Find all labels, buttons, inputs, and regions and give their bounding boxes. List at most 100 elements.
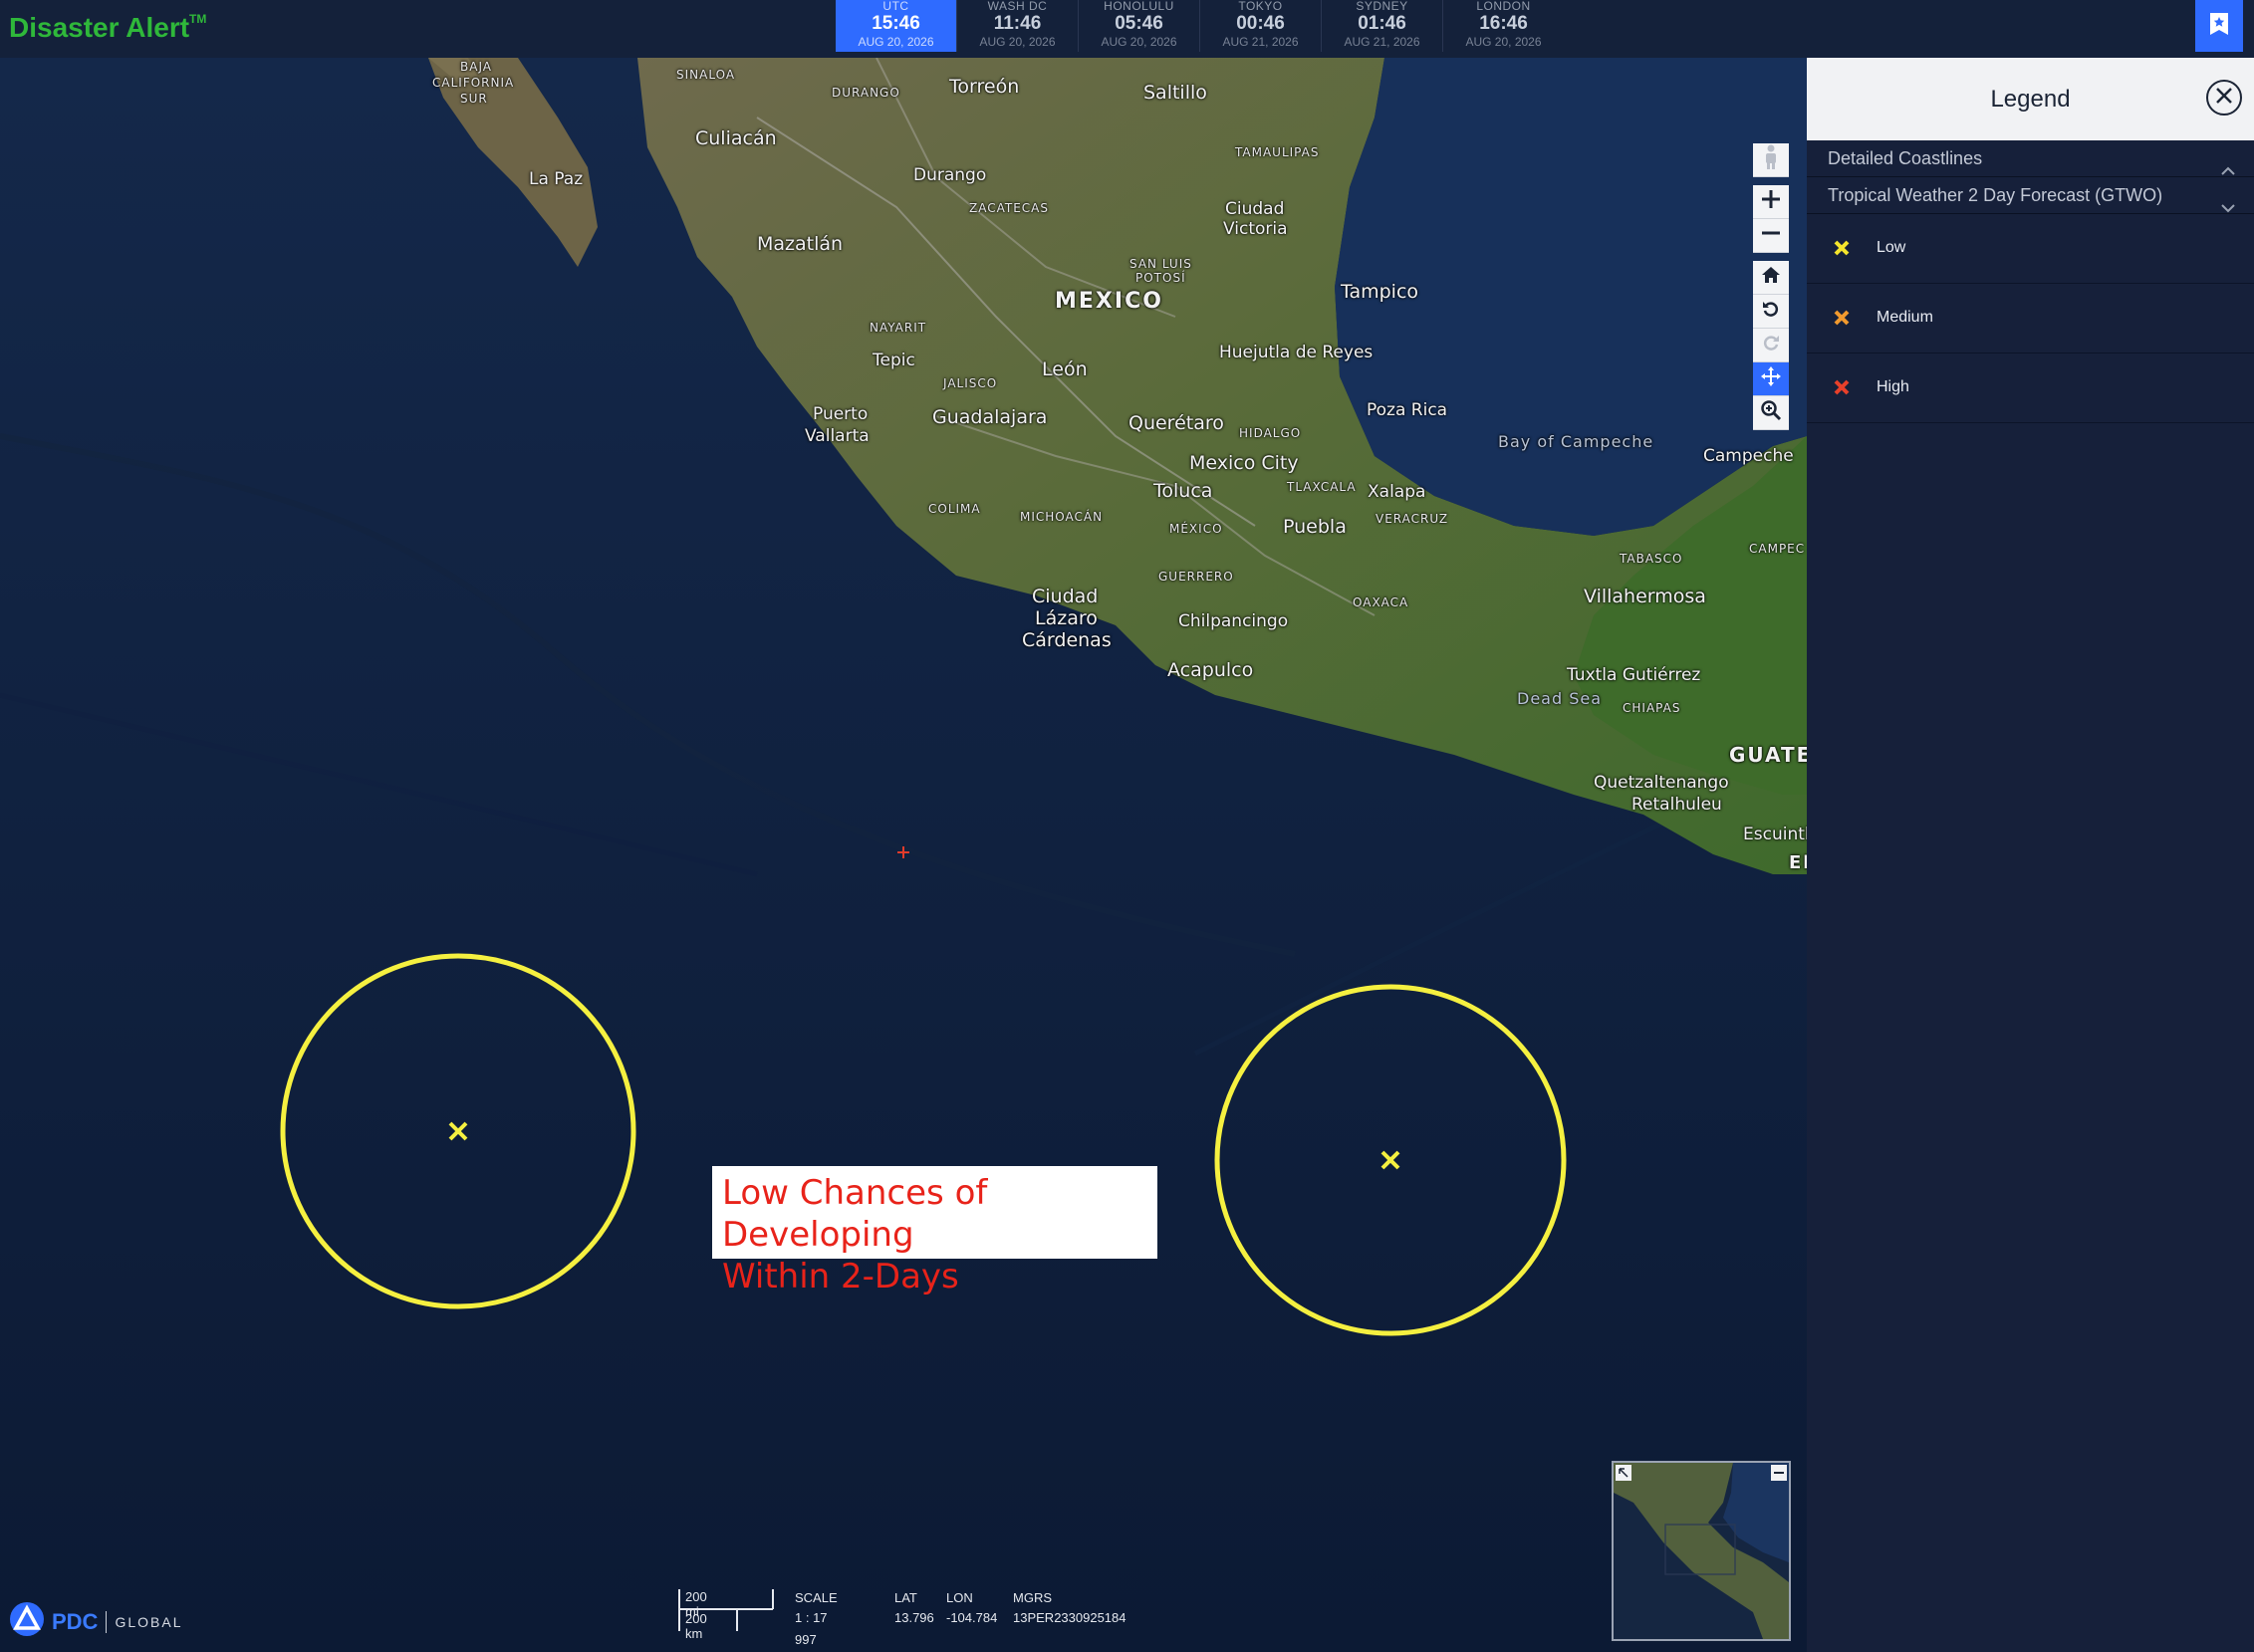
- overview-map[interactable]: [1612, 1461, 1791, 1641]
- high-x-icon: [1833, 378, 1851, 401]
- label-california: CALIFORNIA: [432, 76, 515, 90]
- label-lazaro-1: Ciudad: [1032, 586, 1099, 607]
- medium-x-icon: [1833, 309, 1851, 332]
- label-chilpancingo: Chilpancingo: [1178, 611, 1289, 631]
- legend-item-low: Low: [1807, 214, 2254, 284]
- street-view-icon: [1762, 144, 1780, 175]
- pdc-global-logo[interactable]: PDC GLOBAL: [8, 1601, 182, 1642]
- label-escuintla: Escuintl: [1743, 825, 1807, 844]
- legend-panel: Legend Detailed Coastlines Tropical Weat…: [1807, 58, 2254, 1652]
- scale-readout: SCALE 1 : 17 997 750: [795, 1590, 838, 1647]
- label-xalapa: Xalapa: [1368, 482, 1426, 502]
- label-quetzaltenango: Quetzaltenango: [1594, 773, 1729, 793]
- label-tampico: Tampico: [1341, 281, 1419, 303]
- home-icon: [1761, 265, 1781, 290]
- legend-item-high: High: [1807, 354, 2254, 423]
- zoom-out-icon: [1760, 222, 1782, 249]
- label-colima: COLIMA: [928, 502, 981, 516]
- map-toolbar: [1753, 143, 1789, 430]
- zoom-out-button[interactable]: [1753, 219, 1789, 253]
- label-ciudad-victoria-1: Ciudad: [1225, 199, 1285, 219]
- label-mexico-city: Mexico City: [1189, 452, 1299, 474]
- zoom-in-button[interactable]: [1753, 185, 1789, 219]
- label-durango-state: DURANGO: [832, 86, 900, 100]
- zoom-box-button[interactable]: [1753, 396, 1789, 430]
- label-puebla: Puebla: [1283, 516, 1347, 538]
- label-nayarit: NAYARIT: [870, 321, 927, 335]
- label-michoacan: MICHOACÁN: [1020, 510, 1104, 524]
- lon-readout: LON -104.784: [946, 1590, 998, 1625]
- label-culiacan: Culiacán: [695, 127, 777, 149]
- label-zacatecas: ZACATECAS: [969, 201, 1049, 215]
- label-dead-sea: Dead Sea: [1517, 689, 1603, 708]
- label-san-luis-1: SAN LUIS: [1129, 257, 1192, 271]
- label-durango: Durango: [913, 165, 987, 185]
- clock-honolulu[interactable]: HONOLULU 05:46 AUG 20, 2026: [1079, 0, 1199, 52]
- label-hidalgo: HIDALGO: [1239, 426, 1302, 440]
- redo-view-button[interactable]: [1753, 329, 1789, 362]
- label-huejutla: Huejutla de Reyes: [1219, 343, 1374, 362]
- legend-item-medium: Medium: [1807, 284, 2254, 354]
- label-retalhuleu: Retalhuleu: [1631, 795, 1722, 815]
- app-root: Disaster AlertTM UTC 15:46 AUG 20, 2026 …: [0, 0, 2254, 1652]
- lat-readout: LAT 13.796: [894, 1590, 934, 1625]
- undo-view-button[interactable]: [1753, 295, 1789, 329]
- label-jalisco: JALISCO: [943, 376, 998, 390]
- label-oaxaca: OAXACA: [1353, 595, 1409, 609]
- label-sinaloa: SINALOA: [676, 68, 736, 82]
- expand-overview-icon[interactable]: [1616, 1465, 1631, 1486]
- home-button[interactable]: [1753, 261, 1789, 295]
- forecast-annotation: Low Chances of Developing Within 2-Days: [712, 1166, 1157, 1297]
- label-guerrero: GUERRERO: [1158, 570, 1234, 584]
- collapse-overview-icon[interactable]: [1771, 1465, 1787, 1486]
- label-tepic: Tepic: [873, 351, 915, 370]
- map-canvas[interactable]: BAJA CALIFORNIA SUR La Paz SINALOA Culia…: [0, 58, 1807, 1652]
- clock-sydney[interactable]: SYDNEY 01:46 AUG 21, 2026: [1322, 0, 1442, 52]
- legend-section-coastlines[interactable]: Detailed Coastlines: [1807, 140, 2254, 177]
- clock-london[interactable]: LONDON 16:46 AUG 20, 2026: [1443, 0, 1564, 52]
- label-baja: BAJA: [460, 60, 492, 74]
- label-lazaro-3: Cárdenas: [1022, 629, 1112, 651]
- label-guate: GUATE: [1729, 743, 1807, 767]
- clock-wash-dc[interactable]: WASH DC 11:46 AUG 20, 2026: [957, 0, 1078, 52]
- undo-icon: [1761, 299, 1781, 324]
- label-poza-rica: Poza Rica: [1367, 400, 1448, 420]
- label-acapulco: Acapulco: [1167, 659, 1254, 681]
- label-campeche-state: CAMPEC: [1749, 542, 1806, 556]
- close-icon: [2215, 87, 2233, 110]
- label-mexico-state: MÉXICO: [1169, 522, 1223, 536]
- label-queretaro: Querétaro: [1128, 412, 1224, 434]
- mgrs-readout: MGRS 13PER2330925184: [1013, 1590, 1127, 1625]
- label-mazatlan: Mazatlán: [757, 233, 844, 255]
- label-torreon: Torreón: [949, 76, 1020, 98]
- annotation-line-1: Low Chances of Developing: [722, 1173, 988, 1255]
- legend-section-gtwo[interactable]: Tropical Weather 2 Day Forecast (GTWO): [1807, 177, 2254, 214]
- label-bay-of-campeche: Bay of Campeche: [1498, 432, 1654, 451]
- label-puerto-1: Puerto: [813, 404, 869, 424]
- clock-utc[interactable]: UTC 15:46 AUG 20, 2026: [836, 0, 956, 52]
- map-basemap: [0, 58, 1807, 1652]
- legend-close-button[interactable]: [2206, 80, 2242, 116]
- app-title[interactable]: Disaster AlertTM: [9, 12, 206, 44]
- label-saltillo: Saltillo: [1143, 82, 1207, 104]
- label-leon: León: [1042, 358, 1088, 380]
- pan-button[interactable]: [1753, 362, 1789, 396]
- label-villahermosa: Villahermosa: [1584, 586, 1706, 607]
- street-view-button[interactable]: [1753, 143, 1789, 177]
- layers-menu-button[interactable]: [2195, 0, 2243, 52]
- low-x-icon: [1833, 239, 1851, 262]
- zoom-in-icon: [1760, 188, 1782, 215]
- pan-icon: [1760, 365, 1782, 392]
- clock-tokyo[interactable]: TOKYO 00:46 AUG 21, 2026: [1200, 0, 1321, 52]
- redo-icon: [1761, 333, 1781, 357]
- label-tabasco: TABASCO: [1620, 552, 1683, 566]
- pdc-logo-icon: [8, 1601, 46, 1642]
- label-tuxtla: Tuxtla Gutiérrez: [1567, 665, 1701, 685]
- label-tlaxcala: TLAXCALA: [1287, 480, 1357, 494]
- scale-bar-km: 200 km: [685, 1611, 707, 1641]
- world-clocks: UTC 15:46 AUG 20, 2026 WASH DC 11:46 AUG…: [836, 0, 1564, 52]
- label-chiapas: CHIAPAS: [1623, 701, 1681, 715]
- label-toluca: Toluca: [1153, 480, 1213, 502]
- label-sur: SUR: [460, 92, 488, 106]
- label-puerto-2: Vallarta: [805, 426, 870, 446]
